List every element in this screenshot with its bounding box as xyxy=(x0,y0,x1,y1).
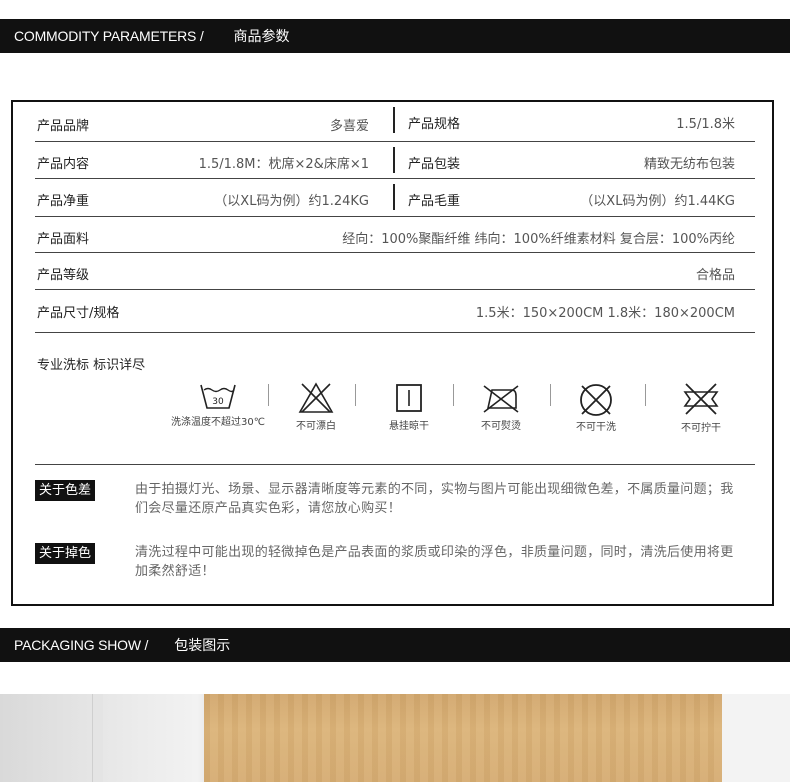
size-value: 1.5米：150×200CM 1.8米：180×200CM xyxy=(475,306,735,321)
no-iron-icon xyxy=(483,385,519,413)
section-header-parameters: COMMODITY PARAMETERS / 商品参数 xyxy=(0,19,790,53)
grade-value: 合格品 xyxy=(695,268,735,283)
photo-wood-grain xyxy=(204,694,722,782)
param-row-size: 产品尺寸/规格 1.5米：150×200CM 1.8米：180×200CM xyxy=(35,290,755,333)
no-dry-clean-caption: 不可干洗 xyxy=(576,422,616,433)
photo-background-wall xyxy=(722,694,790,782)
pack-label: 产品包装 xyxy=(408,157,461,172)
param-row-fabric: 产品面料 经向：100%聚酯纤维 纬向：100%纤维素材料 复合层：100%丙纶 xyxy=(35,217,755,253)
size-label: 产品尺寸/规格 xyxy=(37,306,120,321)
no-dry-clean-item: 不可干洗 xyxy=(541,382,651,433)
no-iron-caption: 不可熨烫 xyxy=(481,421,521,432)
content-label: 产品内容 xyxy=(37,157,90,172)
packaging-header-cn: 包装图示 xyxy=(174,638,231,654)
grade-label: 产品等级 xyxy=(37,268,90,283)
hang-dry-icon xyxy=(396,384,422,412)
no-bleach-icon xyxy=(298,382,334,413)
no-wring-caption: 不可拧干 xyxy=(681,423,721,434)
wash-temp-number: 30 xyxy=(212,397,224,407)
parameters-panel: 产品品牌 多喜爱 产品规格 1.5/1.8米 产品内容 1.5/1.8M：枕席×… xyxy=(11,100,774,606)
section-header-en: COMMODITY PARAMETERS / xyxy=(14,28,204,44)
gross-weight-label: 产品毛重 xyxy=(408,194,461,209)
color-difference-tag: 关于色差 xyxy=(35,480,96,501)
fading-tag: 关于掉色 xyxy=(35,543,96,564)
gross-weight-value: （以XL码为例）约1.44KG xyxy=(580,194,735,209)
brand-label: 产品品牌 xyxy=(37,119,90,134)
no-wring-item: 不可拧干 xyxy=(646,382,756,434)
wash-30-icon: 30 xyxy=(200,384,236,409)
column-divider xyxy=(393,184,395,210)
no-iron-item: 不可熨烫 xyxy=(446,382,556,432)
spec-label: 产品规格 xyxy=(408,117,461,132)
spec-value: 1.5/1.8米 xyxy=(676,117,735,132)
packaging-photo xyxy=(0,694,790,782)
brand-value: 多喜爱 xyxy=(329,119,369,134)
param-row-grade: 产品等级 合格品 xyxy=(35,253,755,290)
no-wring-icon xyxy=(683,383,719,415)
pack-value: 精致无纺布包装 xyxy=(643,157,735,172)
section-header-packaging: PACKAGING SHOW / 包装图示 xyxy=(0,628,790,662)
net-weight-value: （以XL码为例）约1.24KG xyxy=(214,194,369,209)
column-divider xyxy=(393,107,395,133)
section-divider xyxy=(35,464,755,465)
column-divider xyxy=(393,147,395,173)
photo-background-post xyxy=(92,694,103,782)
param-row-brand: 产品品牌 多喜爱 产品规格 1.5/1.8米 xyxy=(35,102,755,142)
color-difference-text: 由于拍摄灯光、场景、显示器清晰度等元素的不同，实物与图片可能出现细微色差，不属质… xyxy=(135,482,734,516)
wash-30-item: 30 洗涤温度不超过30℃ xyxy=(163,382,273,428)
no-dry-clean-icon xyxy=(580,384,612,416)
fading-text: 清洗过程中可能出现的轻微掉色是产品表面的浆质或印染的浮色，非质量问题，同时，清洗… xyxy=(135,545,734,579)
fabric-value: 经向：100%聚酯纤维 纬向：100%纤维素材料 复合层：100%丙纶 xyxy=(342,232,735,247)
param-row-content: 产品内容 1.5/1.8M：枕席×2&床席×1 产品包装 精致无纺布包装 xyxy=(35,142,755,179)
content-value: 1.5/1.8M：枕席×2&床席×1 xyxy=(198,157,369,172)
wash-title: 专业洗标 标识详尽 xyxy=(37,358,146,373)
wash-30-caption: 洗涤温度不超过30℃ xyxy=(171,417,265,428)
param-row-weight: 产品净重 （以XL码为例）约1.24KG 产品毛重 （以XL码为例）约1.44K… xyxy=(35,179,755,217)
net-weight-label: 产品净重 xyxy=(37,194,90,209)
fabric-label: 产品面料 xyxy=(37,232,90,247)
packaging-header-en: PACKAGING SHOW / xyxy=(14,637,149,653)
section-header-cn: 商品参数 xyxy=(233,29,290,45)
